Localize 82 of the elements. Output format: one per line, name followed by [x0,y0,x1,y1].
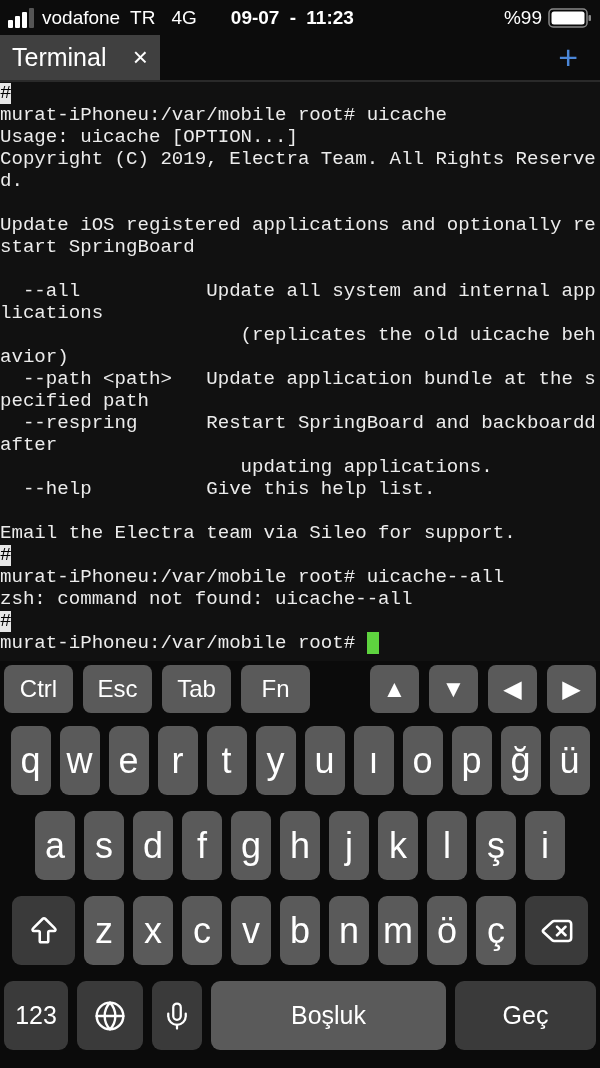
letter-key[interactable]: ü [549,726,590,795]
terminal-line: d. [0,170,23,192]
letter-key[interactable]: ş [476,811,516,880]
letter-key[interactable]: w [59,726,100,795]
letter-key[interactable]: n [329,896,369,965]
accessory-key[interactable]: Tab [162,665,231,713]
letter-key[interactable]: l [427,811,467,880]
letter-key[interactable]: e [108,726,149,795]
carrier-name: vodafone TR [42,6,156,29]
letter-key[interactable]: z [84,896,124,965]
numbers-key[interactable]: 123 [4,981,68,1050]
letter-key[interactable]: r [157,726,198,795]
letter-key[interactable]: o [402,726,443,795]
battery-level: %99 [503,6,542,29]
microphone-key[interactable] [152,981,202,1050]
letter-key[interactable]: c [182,896,222,965]
letter-key[interactable]: ö [427,896,467,965]
letter-key[interactable]: m [378,896,418,965]
terminal-line: Usage: uicache [OPTION...] [0,126,298,148]
prompt-marker: # [0,82,12,104]
cursor [366,632,379,654]
terminal-line: pecified path [0,390,149,412]
letter-key[interactable]: ı [353,726,394,795]
letter-key[interactable]: v [231,896,271,965]
shift-key[interactable] [12,896,75,965]
letter-key[interactable]: a [35,811,75,880]
terminal-line: lications [0,302,104,324]
space-key[interactable]: Boşluk [211,981,446,1050]
terminal-line: --respring Restart SpringBoard and backboardd [21,412,596,434]
terminal-tab[interactable]: Terminal × [0,35,160,80]
prompt-marker: # [0,544,12,566]
letter-key[interactable]: ç [476,896,516,965]
letter-key[interactable]: p [451,726,492,795]
signal-icon [8,7,36,28]
tab-title: Terminal [12,43,107,72]
terminal-line: start SpringBoard [0,236,195,258]
letter-key[interactable]: u [304,726,345,795]
accessory-key[interactable]: Esc [83,665,152,713]
terminal-line: Email the Electra team via Sileo for support. [0,522,516,544]
letter-key[interactable]: j [329,811,369,880]
letter-key[interactable]: t [206,726,247,795]
clock: 09-07 - 11:23 [230,6,354,29]
letter-key[interactable]: f [182,811,222,880]
accessory-key[interactable]: Fn [241,665,310,713]
battery-icon [548,7,592,28]
letter-key[interactable]: x [133,896,173,965]
terminal-line: murat-iPhoneu:/var/mobile root# [0,632,357,654]
network-type: 4G [171,6,197,29]
terminal-line: --help Give this help list. [21,478,436,500]
terminal-line: Update iOS registered applications and optionally re [0,214,596,236]
letter-key[interactable]: h [280,811,320,880]
terminal-line: --path <path> Update application bundle at the s [21,368,596,390]
prompt-marker: # [0,610,12,632]
terminal-line: murat-iPhoneu:/var/mobile root# uicache--all [0,566,505,588]
letter-key[interactable]: b [280,896,320,965]
terminal-line: (replicates the old uicache beh [239,324,596,346]
arrow-key[interactable]: ◀ [488,665,537,713]
arrow-key[interactable]: ▼ [429,665,478,713]
letter-key[interactable]: k [378,811,418,880]
globe-icon [94,999,126,1032]
globe-key[interactable] [77,981,143,1050]
return-key[interactable]: Geç [455,981,596,1050]
accessory-key[interactable]: Ctrl [4,665,73,713]
letter-key[interactable]: y [255,726,296,795]
terminal-line: murat-iPhoneu:/var/mobile root# uicache [0,104,447,126]
letter-key[interactable]: d [133,811,173,880]
terminal-line: after [0,434,58,456]
arrow-key[interactable]: ▶ [547,665,596,713]
terminal-line: --all Update all system and internal app [21,280,596,302]
close-tab-button[interactable]: × [132,42,148,73]
terminal-line: avior) [0,346,69,368]
letter-key[interactable]: i [525,811,565,880]
new-tab-button[interactable]: + [558,38,600,77]
terminal-line: zsh: command not found: uicache--all [0,588,413,610]
arrow-key[interactable]: ▲ [370,665,419,713]
letter-key[interactable]: g [231,811,271,880]
backspace-key[interactable] [525,896,588,965]
terminal-line: Copyright (C) 2019, Electra Team. All Rights Reserve [0,148,596,170]
terminal-line: updating applications. [239,456,493,478]
letter-key[interactable]: s [84,811,124,880]
letter-key[interactable]: ğ [500,726,541,795]
letter-key[interactable]: q [10,726,51,795]
